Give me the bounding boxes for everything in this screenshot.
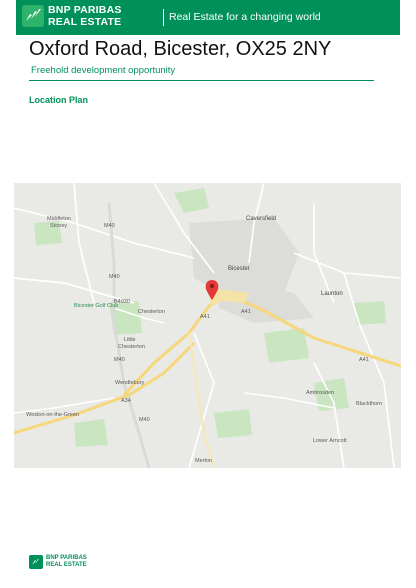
- footer-brand-line-1: BNP PARIBAS: [46, 555, 87, 561]
- map-label-weston: Weston-on-the-Green: [26, 412, 79, 418]
- road-label-a34: A34: [121, 398, 131, 404]
- map-label-ambrosden: Ambrosden: [306, 390, 334, 396]
- map-label-lower-arncott: Lower Arncott: [313, 438, 347, 444]
- road-label-a41-b: A41: [241, 309, 251, 315]
- section-title: Location Plan: [29, 95, 89, 105]
- map-label-launton: Launton: [321, 291, 343, 297]
- map-label-middleton: Middleton: [47, 216, 71, 222]
- road-label-b4030: B4030: [114, 299, 130, 305]
- map-label-caversfield: Caversfield: [246, 216, 276, 222]
- road-label-m40-c: M40: [139, 417, 150, 423]
- road-label-m40-b: M40: [114, 357, 125, 363]
- map-label-little-chesterton: Chesterton: [118, 344, 145, 350]
- brand-line-2: REAL ESTATE: [48, 16, 122, 28]
- brand-line-1: BNP PARIBAS: [48, 4, 122, 16]
- map-canvas: Caversfield Middleton Stoney Bicester La…: [14, 183, 401, 468]
- map-label-blackthorn: Blackthorn: [356, 401, 382, 407]
- map-label-stoney: Stoney: [50, 223, 67, 229]
- road-label-a41-a: A41: [200, 314, 210, 320]
- road-label-m40-d: M40: [109, 274, 120, 280]
- page-subtitle: Freehold development opportunity: [31, 65, 176, 76]
- header-divider: [163, 9, 164, 26]
- title-divider: [29, 80, 374, 81]
- road-label-a41-c: A41: [359, 357, 369, 363]
- page-title: Oxford Road, Bicester, OX25 2NY: [29, 38, 332, 60]
- map-label-bicester: Bicester: [228, 266, 250, 272]
- footer-logo-icon: [29, 555, 43, 569]
- map-label-merton: Merton: [195, 458, 212, 464]
- map-label-chesterton: Chesterton: [138, 309, 165, 315]
- footer-brand-line-2: REAL ESTATE: [46, 562, 87, 568]
- map-label-wendlebury: Wendlebury: [115, 380, 144, 386]
- bnp-stars-logo-icon: [22, 5, 44, 27]
- map-label-golf: Bicester Golf Club: [74, 303, 118, 309]
- header-bar: BNP PARIBAS REAL ESTATE Real Estate for …: [16, 0, 400, 35]
- map-label-little: Little: [124, 337, 136, 343]
- header-tagline: Real Estate for a changing world: [169, 11, 321, 23]
- location-map[interactable]: Caversfield Middleton Stoney Bicester La…: [14, 183, 401, 468]
- road-label-m40-a: M40: [104, 223, 115, 229]
